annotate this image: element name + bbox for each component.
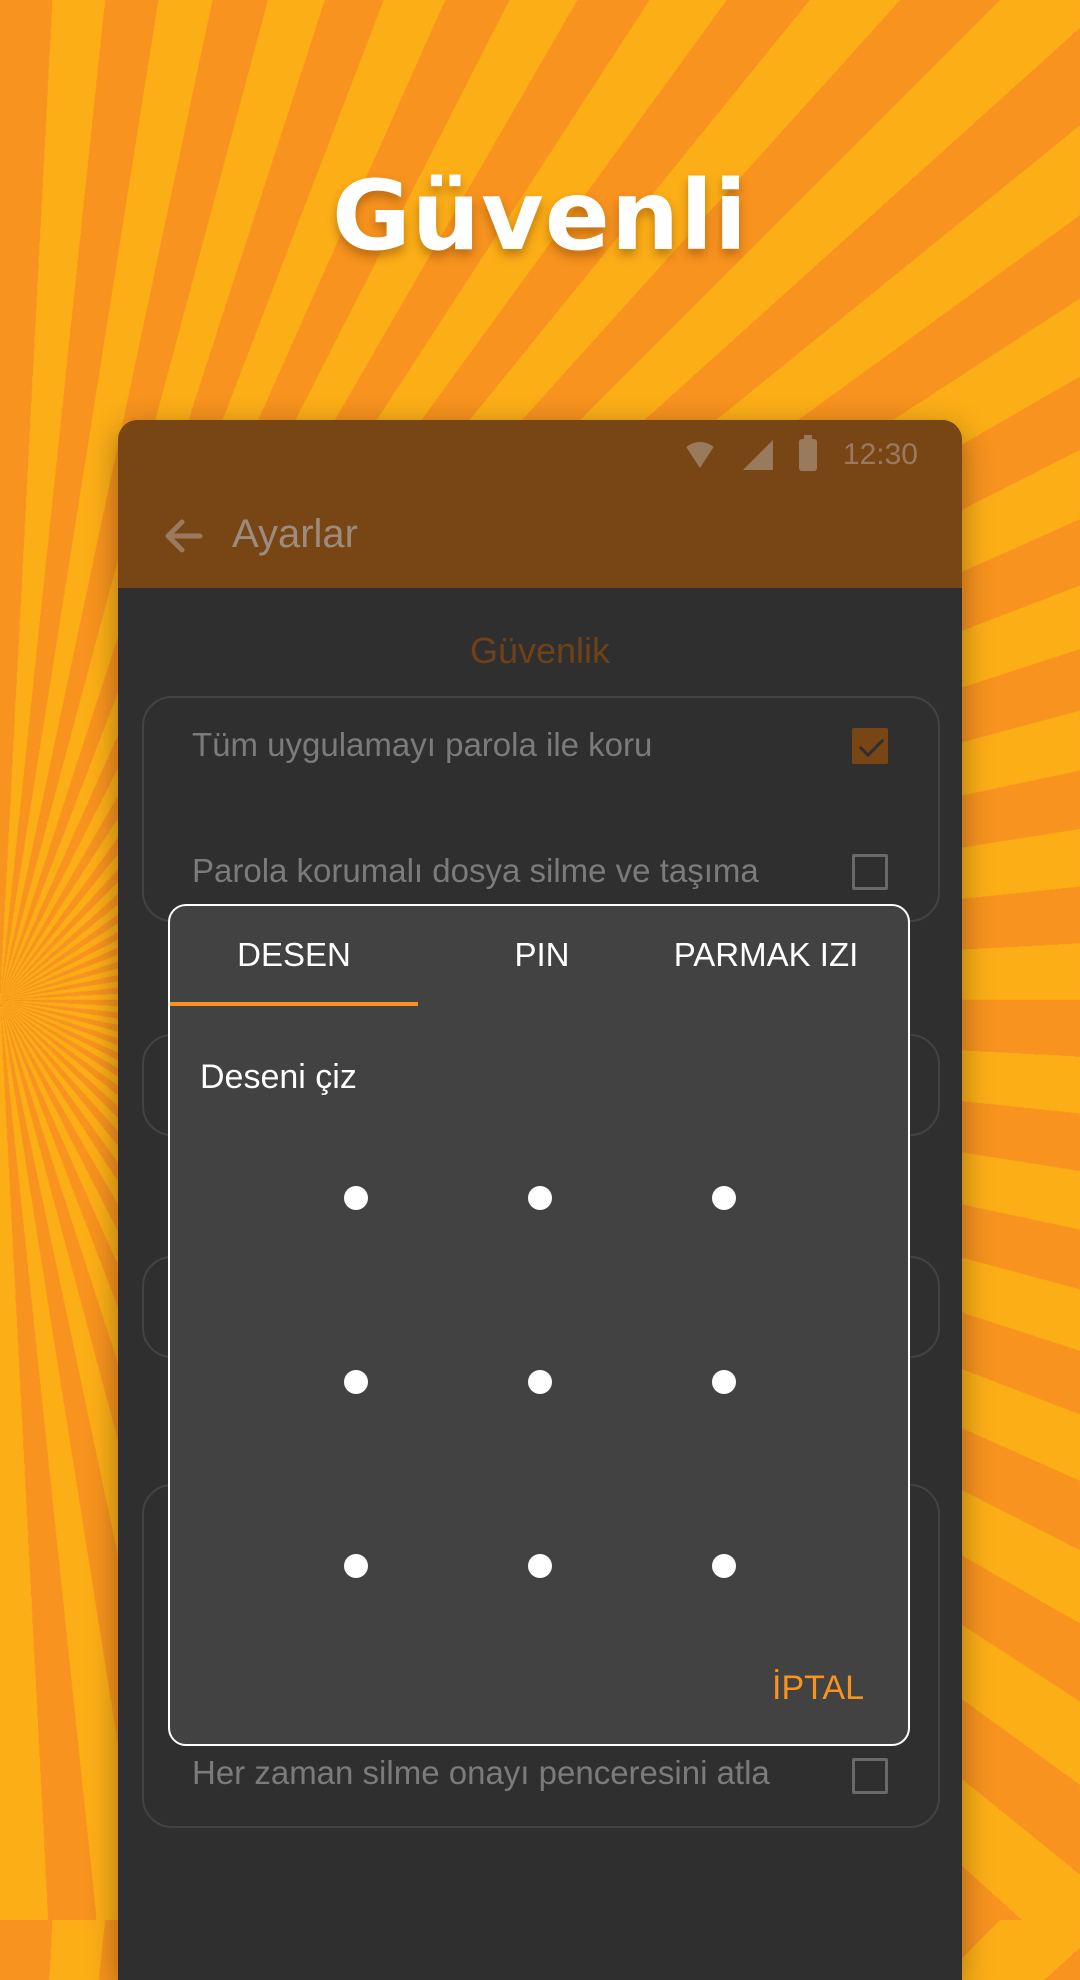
setting-protect-app-label: Tüm uygulamayı parola ile koru	[192, 726, 653, 763]
tab-pin[interactable]: PIN	[418, 936, 666, 974]
setting-protect-app-checkbox[interactable]	[852, 728, 888, 764]
tab-parmak-izi[interactable]: PARMAK IZI	[636, 936, 896, 974]
app-bar-title: Ayarlar	[232, 512, 358, 556]
section-title: Güvenlik	[469, 630, 611, 671]
lock-dialog: DESEN PIN PARMAK IZI Deseni çiz İPTAL	[168, 904, 910, 1746]
arrow-left-icon[interactable]	[160, 512, 208, 560]
setting-skip-delete-confirm-checkbox[interactable]	[852, 1758, 888, 1794]
pattern-dot[interactable]	[712, 1370, 736, 1394]
pattern-dot[interactable]	[528, 1186, 552, 1210]
signal-icon	[742, 440, 773, 470]
setting-protect-delete-move-checkbox[interactable]	[852, 854, 888, 890]
active-tab-indicator	[170, 1002, 418, 1006]
pattern-dot[interactable]	[344, 1370, 368, 1394]
setting-protect-delete-move-label: Parola korumalı dosya silme ve taşıma	[192, 852, 759, 889]
setting-skip-delete-confirm-label: Her zaman silme onayı penceresini atla	[192, 1754, 770, 1791]
settings-card: Tüm uygulamayı parola ile koru Parola ko…	[142, 696, 940, 922]
cancel-button[interactable]: İPTAL	[772, 1669, 864, 1708]
pattern-prompt: Deseni çiz	[200, 1058, 357, 1096]
wifi-icon	[682, 442, 717, 468]
pattern-dot[interactable]	[528, 1370, 552, 1394]
tab-desen[interactable]: DESEN	[170, 936, 418, 974]
status-bar: 12:30	[682, 430, 918, 480]
app-bar: 12:30 Ayarlar	[118, 420, 962, 588]
pattern-dot[interactable]	[344, 1186, 368, 1210]
pattern-dot[interactable]	[528, 1554, 552, 1578]
pattern-dot[interactable]	[712, 1186, 736, 1210]
promo-headline: Güvenli	[332, 160, 748, 272]
battery-icon	[798, 435, 817, 471]
pattern-dot[interactable]	[344, 1554, 368, 1578]
status-time: 12:30	[842, 438, 918, 471]
pattern-dot[interactable]	[712, 1554, 736, 1578]
